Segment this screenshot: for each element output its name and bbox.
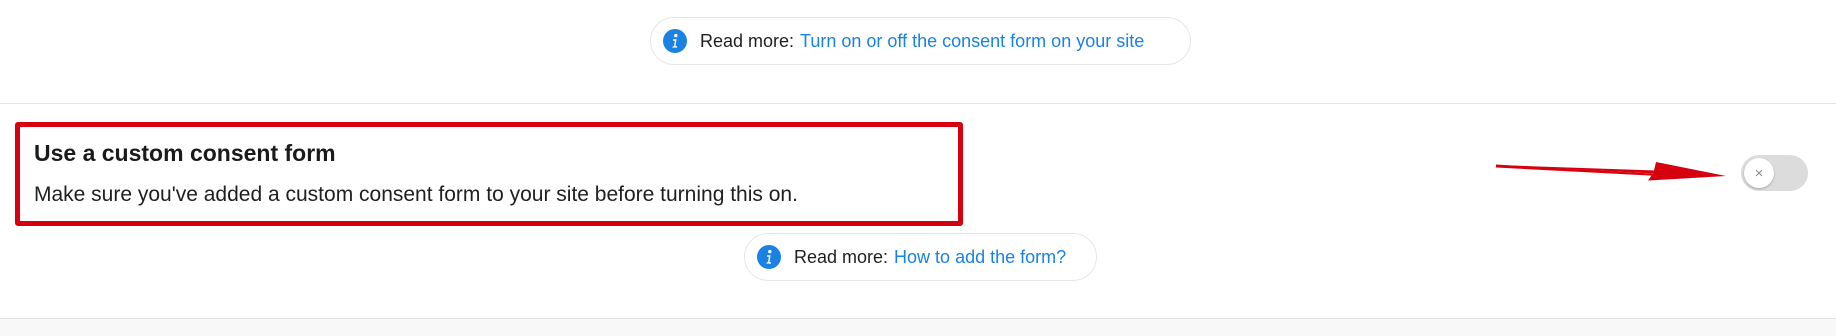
read-more-consent-toggle: Read more: Turn on or off the consent fo… [650,17,1191,65]
annotation-arrow [1496,162,1726,181]
info-icon [757,245,781,269]
setting-title: Use a custom consent form [34,140,336,166]
read-more-label: Read more: [794,246,889,267]
setting-description: Make sure you've added a custom consent … [34,183,798,206]
add-form-help-link[interactable]: How to add the form? [894,247,1066,268]
consent-toggle-help-link[interactable]: Turn on or off the consent form on your … [800,31,1144,52]
next-section [0,319,1836,336]
annotation-highlight-box [15,122,963,226]
info-icon [663,29,687,53]
read-more-label: Read more: [700,30,795,51]
read-more-add-form: Read more: How to add the form? [744,233,1097,281]
custom-consent-toggle[interactable]: × [1741,155,1808,191]
toggle-knob-close-icon: × [1744,158,1774,188]
